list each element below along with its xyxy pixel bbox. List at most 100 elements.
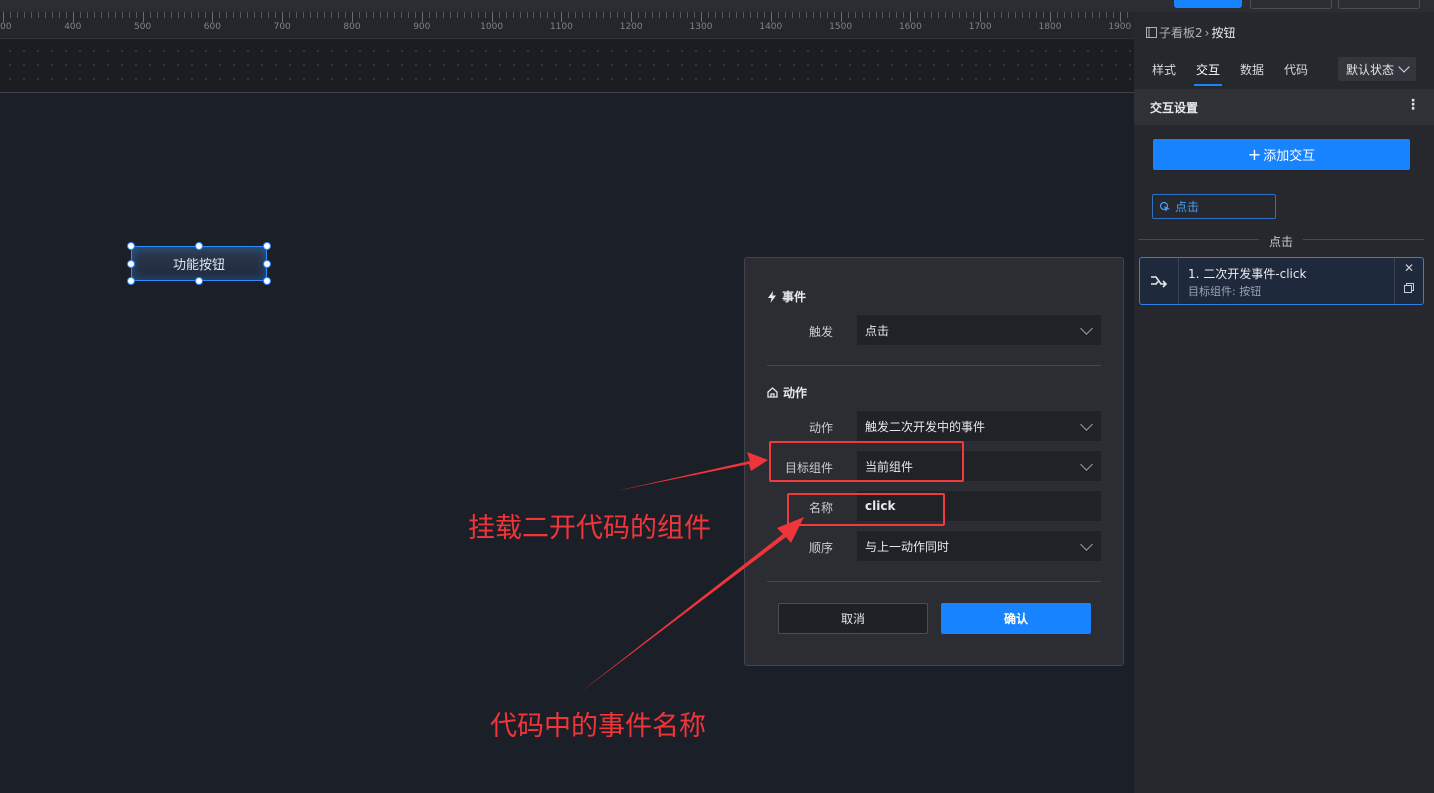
ruler-tick (519, 12, 521, 18)
ruler-tick (931, 12, 933, 18)
function-button-component[interactable]: 功能按钮 (131, 246, 267, 281)
close-icon[interactable]: ✕ (1404, 261, 1414, 275)
ruler-tick (596, 12, 598, 18)
ruler-tick (3, 12, 4, 22)
ruler-label: 300 (0, 22, 12, 32)
order-row: 顺序 与上一动作同时 (745, 531, 1125, 561)
ruler-tick (847, 12, 849, 18)
ruler-tick (352, 12, 353, 22)
more-icon[interactable]: ⋮ (1406, 97, 1420, 113)
ruler-tick (889, 12, 891, 18)
ruler-tick (484, 12, 486, 18)
ruler-tick (282, 12, 284, 22)
ruler-tick (868, 12, 870, 18)
tab-style[interactable]: 样式 (1142, 60, 1186, 86)
ruler-tick (72, 12, 74, 22)
ruler-tick (652, 12, 654, 18)
ruler-tick (198, 12, 200, 18)
state-select-value: 默认状态 (1346, 62, 1395, 77)
ruler-tick (463, 12, 465, 18)
ruler-tick (617, 12, 619, 18)
ruler-tick (156, 12, 158, 18)
action-icon (767, 387, 778, 398)
canvas-ruler: 300 400 500 600 700 800 900 1000 1100 1200 1300 140… (0, 12, 1135, 93)
ruler-tick (1112, 12, 1114, 18)
tab-interaction[interactable]: 交互 (1186, 60, 1230, 86)
ruler-tick (114, 12, 116, 18)
action-card[interactable]: 1. 二次开发事件-click 目标组件: 按钮 ✕ (1139, 257, 1424, 305)
ruler-tick (756, 12, 758, 18)
ruler-label: 1600 (898, 22, 922, 32)
ruler-tick (1050, 12, 1051, 22)
trigger-select[interactable]: 点击 (857, 315, 1101, 345)
tab-code[interactable]: 代码 (1274, 60, 1318, 86)
ruler-label: 1400 (759, 22, 783, 32)
toolbar-button[interactable] (1338, 0, 1420, 9)
ruler-tick (303, 12, 305, 18)
ruler-tick (777, 12, 779, 18)
resize-handle[interactable] (263, 242, 271, 250)
ruler-label: 400 (64, 22, 82, 32)
ruler-tick (275, 12, 277, 18)
action-select[interactable]: 触发二次开发中的事件 (857, 411, 1101, 441)
ruler-label: 500 (134, 22, 152, 32)
ruler-tick (414, 12, 416, 18)
ruler-tick (805, 12, 807, 18)
ruler-tick (903, 12, 905, 18)
ruler-tick (512, 12, 514, 18)
add-interaction-button[interactable]: + 添加交互 (1153, 139, 1410, 170)
toolbar-button[interactable] (1250, 0, 1332, 9)
resize-handle[interactable] (127, 277, 135, 285)
add-interaction-label: 添加交互 (1263, 149, 1316, 164)
ruler-tick (1056, 12, 1058, 18)
trigger-label: 触发 (808, 325, 833, 339)
ruler-tick (435, 12, 437, 18)
resize-handle[interactable] (263, 277, 271, 285)
ruler-label: 1500 (829, 22, 853, 32)
ruler-tick (673, 12, 675, 18)
ruler-tick (247, 12, 249, 18)
order-select[interactable]: 与上一动作同时 (857, 531, 1101, 561)
resize-handle[interactable] (127, 242, 135, 250)
breadcrumb-current: 按钮 (1211, 26, 1236, 40)
ruler-tick (338, 12, 340, 18)
ruler-tick (631, 12, 633, 22)
ruler-tick (149, 12, 151, 18)
ruler-tick (568, 12, 570, 18)
tab-data[interactable]: 数据 (1230, 60, 1274, 86)
ruler-tick (826, 12, 828, 18)
ruler-tick (177, 12, 179, 18)
ruler-tick (1105, 12, 1107, 18)
ruler-tick (428, 12, 430, 18)
ruler-tick (324, 12, 326, 18)
ruler-tick (1098, 12, 1100, 18)
action-section-label: 动作 (783, 386, 808, 400)
copy-icon[interactable] (1404, 283, 1414, 293)
ruler-tick (973, 12, 975, 18)
breadcrumb-parent[interactable]: 子看板2 (1159, 24, 1203, 41)
annotation-event-name-note: 代码中的事件名称 (490, 711, 706, 742)
resize-handle[interactable] (195, 277, 203, 285)
trigger-chip[interactable]: 点击 (1152, 194, 1276, 219)
resize-handle[interactable] (263, 260, 271, 268)
ruler-tick (589, 12, 591, 18)
ruler-tick (226, 12, 228, 18)
ruler-tick (784, 12, 786, 18)
state-select[interactable]: 默认状态 (1338, 57, 1416, 81)
cancel-button[interactable]: 取消 (778, 603, 928, 634)
ruler-tick (749, 12, 751, 18)
action-value: 触发二次开发中的事件 (865, 419, 986, 434)
ruler-label: 1200 (619, 22, 643, 32)
ruler-tick (721, 12, 723, 18)
ruler-tick (170, 12, 172, 18)
resize-handle[interactable] (127, 260, 135, 268)
resize-handle[interactable] (195, 242, 203, 250)
ruler-tick (65, 12, 67, 18)
confirm-button[interactable]: 确认 (941, 603, 1091, 634)
ruler-tick (1001, 12, 1003, 18)
ruler-tick (770, 12, 772, 22)
ruler-tick (386, 12, 388, 18)
ruler-tick (840, 12, 842, 22)
panel-tabs: 样式 交互 数据 代码 (1142, 60, 1318, 86)
toolbar-primary-button[interactable] (1174, 0, 1242, 8)
